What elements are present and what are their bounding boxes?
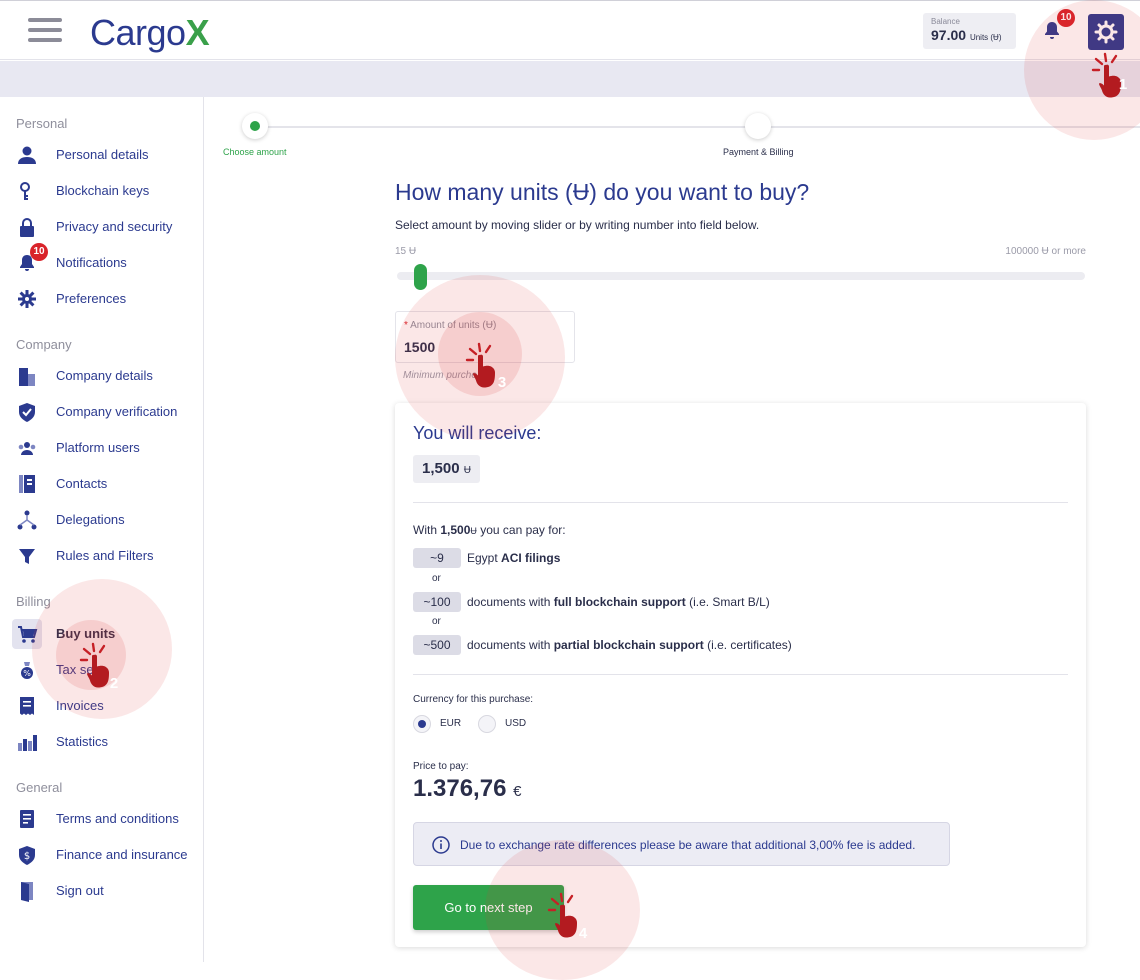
step-2-label: Payment & Billing bbox=[723, 147, 794, 157]
pay-for-text: With 1,500Ʉ you can pay for: bbox=[413, 523, 566, 537]
balance-label: Balance bbox=[931, 17, 960, 26]
document-icon bbox=[16, 808, 38, 830]
units-slider-handle[interactable] bbox=[414, 264, 428, 290]
price-value: 1.376,76 € bbox=[413, 775, 522, 802]
sidebar-item-notifications[interactable]: Notifications 10 bbox=[0, 243, 203, 278]
sidebar-item-terms[interactable]: Terms and conditions bbox=[0, 804, 203, 834]
sidebar-item-delegations[interactable]: Delegations bbox=[0, 505, 203, 535]
divider bbox=[413, 674, 1068, 675]
users-icon bbox=[16, 437, 38, 459]
svg-text:%: % bbox=[23, 669, 31, 678]
or-label: or bbox=[432, 573, 441, 584]
main-content: Choose amount Payment & Billing How many… bbox=[204, 97, 1140, 962]
lock-icon bbox=[16, 216, 38, 238]
page-title: How many units (Ʉ) do you want to buy? bbox=[395, 179, 810, 205]
slider-max-label: 100000 Ʉ or more bbox=[1005, 246, 1086, 257]
address-book-icon bbox=[16, 473, 38, 495]
step-1-dot[interactable] bbox=[242, 113, 268, 139]
sidebar-item-company-verification[interactable]: Company verification bbox=[0, 397, 203, 427]
balance-value: 97.00 Units (Ʉ) bbox=[931, 27, 1002, 43]
hierarchy-icon bbox=[16, 509, 38, 531]
sidebar-item-rules-filters[interactable]: Rules and Filters bbox=[0, 541, 203, 571]
receive-value: 1,500 Ʉ bbox=[413, 455, 480, 483]
step-number-2: 2 bbox=[109, 675, 119, 692]
step-number-1: 1 bbox=[1118, 76, 1128, 93]
sidebar-item-company-details[interactable]: Company details bbox=[0, 361, 203, 391]
exchange-rate-notice: Due to exchange rate differences please … bbox=[413, 822, 950, 866]
count-pill: ~500 bbox=[413, 635, 461, 655]
page-subtitle: Select amount by moving slider or by wri… bbox=[395, 218, 760, 232]
section-company: Company bbox=[16, 337, 72, 352]
count-pill: ~100 bbox=[413, 592, 461, 612]
sidebar-item-platform-users[interactable]: Platform users bbox=[0, 433, 203, 463]
gear-icon bbox=[16, 288, 38, 310]
sidebar-item-privacy-security[interactable]: Privacy and security bbox=[0, 212, 203, 242]
receipt-icon bbox=[16, 695, 38, 717]
pay-row-aci: ~9 Egypt ACI filings bbox=[413, 548, 560, 568]
count-pill: ~9 bbox=[413, 548, 461, 568]
user-icon bbox=[16, 144, 38, 166]
currency-eur-label[interactable]: EUR bbox=[440, 718, 461, 729]
filter-icon bbox=[16, 545, 38, 567]
currency-label: Currency for this purchase: bbox=[413, 694, 534, 705]
sidebar-item-personal-details[interactable]: Personal details bbox=[0, 140, 203, 170]
svg-text:$: $ bbox=[24, 851, 30, 862]
currency-usd-radio[interactable] bbox=[478, 715, 496, 733]
pay-row-full-blockchain: ~100 documents with full blockchain suppo… bbox=[413, 592, 770, 612]
balance-widget[interactable]: Balance 97.00 Units (Ʉ) bbox=[923, 13, 1016, 49]
sidebar-item-blockchain-keys[interactable]: Blockchain keys bbox=[0, 176, 203, 206]
sidebar-item-preferences[interactable]: Preferences bbox=[0, 284, 203, 314]
sub-header-bar bbox=[0, 61, 1140, 97]
slider-min-label: 15 Ʉ bbox=[395, 246, 417, 257]
currency-usd-label[interactable]: USD bbox=[505, 718, 526, 729]
sidebar-item-sign-out[interactable]: Sign out bbox=[0, 876, 203, 906]
step-1-label: Choose amount bbox=[223, 147, 287, 157]
top-header: CargoX Balance 97.00 Units (Ʉ) 10 bbox=[0, 0, 1140, 60]
building-icon bbox=[16, 365, 38, 387]
info-icon bbox=[432, 836, 450, 854]
step-2-dot[interactable] bbox=[745, 113, 771, 139]
step-number-4: 4 bbox=[578, 925, 588, 942]
stepper-line bbox=[255, 126, 1140, 128]
step-number-3: 3 bbox=[497, 374, 507, 391]
notifications-badge-sidebar: 10 bbox=[30, 243, 48, 261]
key-icon bbox=[16, 180, 38, 202]
sidebar-item-contacts[interactable]: Contacts bbox=[0, 469, 203, 499]
shield-check-icon bbox=[16, 401, 38, 423]
sidebar-item-statistics[interactable]: Statistics bbox=[0, 727, 203, 757]
price-label: Price to pay: bbox=[413, 761, 469, 772]
section-personal: Personal bbox=[16, 116, 68, 131]
or-label: or bbox=[432, 616, 441, 627]
pay-row-partial-blockchain: ~500 documents with partial blockchain su… bbox=[413, 635, 792, 655]
bar-chart-icon bbox=[16, 731, 38, 753]
receive-card: You will receive: 1,500 Ʉ With 1,500Ʉ yo… bbox=[395, 403, 1086, 947]
door-icon bbox=[16, 880, 38, 902]
cargox-logo[interactable]: CargoX bbox=[90, 12, 210, 54]
hamburger-menu-icon[interactable] bbox=[28, 18, 62, 44]
sidebar-item-finance-insurance[interactable]: $ Finance and insurance bbox=[0, 840, 203, 870]
currency-eur-radio[interactable] bbox=[413, 715, 431, 733]
sidebar: Personal Company Billing General Persona… bbox=[0, 97, 204, 962]
dollar-shield-icon: $ bbox=[16, 844, 38, 866]
divider bbox=[413, 502, 1068, 503]
section-general: General bbox=[16, 780, 63, 795]
